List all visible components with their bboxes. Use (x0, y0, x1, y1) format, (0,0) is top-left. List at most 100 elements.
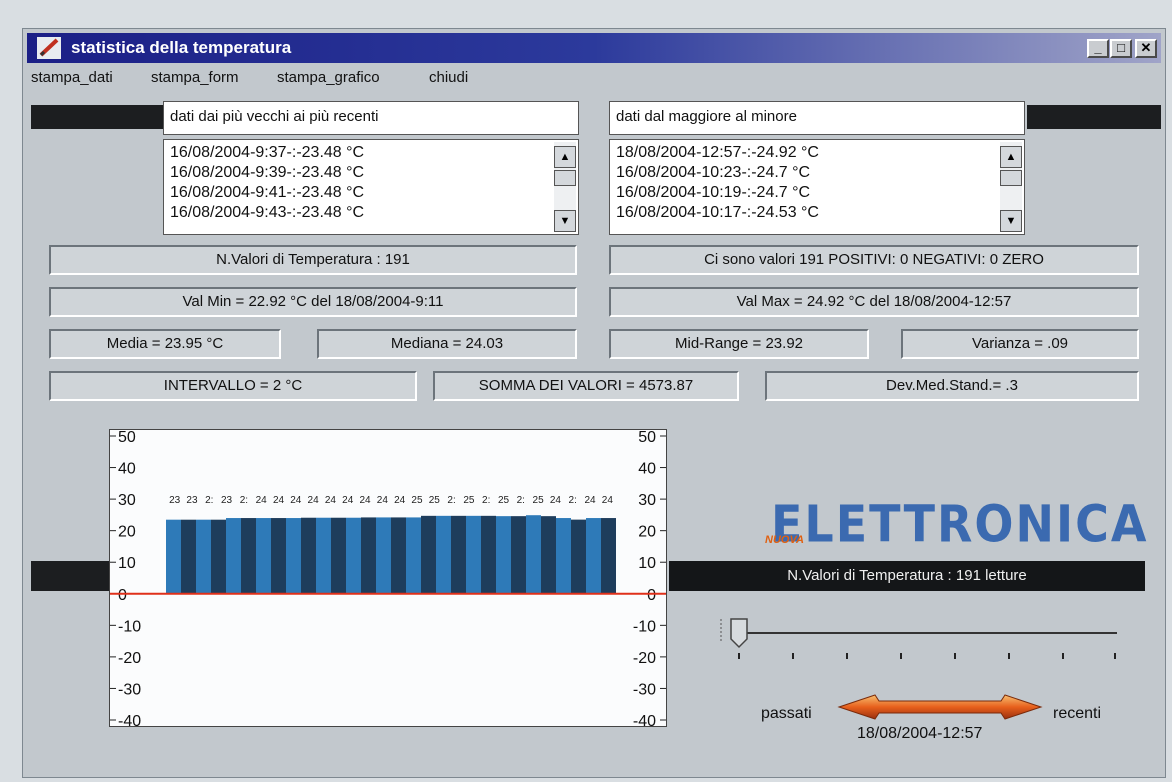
title-bar[interactable]: statistica della temperatura _ □ ✕ (27, 33, 1161, 63)
y-tick-label-right: 50 (638, 430, 656, 446)
data-label: 24 (308, 495, 320, 506)
scroll-thumb[interactable] (1000, 170, 1022, 186)
stat-val-min: Val Min = 22.92 °C del 18/08/2004-9:11 (49, 287, 577, 317)
y-tick-label-right: 40 (638, 461, 656, 478)
stat-mediana: Mediana = 24.03 (317, 329, 577, 359)
data-label: 24 (584, 495, 596, 506)
y-tick-label-left: 40 (118, 461, 136, 478)
menu-stampa-grafico[interactable]: stampa_grafico (277, 69, 380, 86)
scroll-up-icon[interactable]: ▲ (554, 146, 576, 168)
data-label: 24 (342, 495, 354, 506)
list-item[interactable]: 16/08/2004-9:37-:-23.48 °C (170, 144, 364, 162)
chart-bar (556, 518, 571, 594)
menu-chiudi[interactable]: chiudi (429, 69, 468, 86)
list-item[interactable]: 16/08/2004-10:23-:-24.7 °C (616, 164, 810, 182)
list-item[interactable]: 18/08/2004-12:57-:-24.92 °C (616, 144, 819, 162)
chart-bar (331, 517, 346, 594)
stat-sign-count: Ci sono valori 191 POSITIVI: 0 NEGATIVI:… (609, 245, 1139, 275)
chart-bar (301, 517, 316, 594)
chart-bar (481, 515, 496, 594)
list-item[interactable]: 16/08/2004-9:39-:-23.48 °C (170, 164, 364, 182)
chart-bar (571, 519, 586, 594)
chart-bar (361, 517, 376, 594)
scrollbar[interactable]: ▲ ▼ (1000, 142, 1022, 232)
data-label: 24 (325, 495, 337, 506)
y-tick-label-right: -30 (633, 681, 656, 698)
time-slider[interactable] (717, 613, 1137, 673)
chart-bar (466, 515, 481, 594)
data-label: 24 (377, 495, 389, 506)
y-tick-label-left: 20 (118, 524, 136, 541)
chart-bar (436, 515, 451, 594)
y-tick-label-right: 20 (638, 524, 656, 541)
slider-left-label: passati (761, 705, 812, 722)
list-item[interactable]: 16/08/2004-9:41-:-23.48 °C (170, 184, 364, 202)
menu-stampa-form[interactable]: stampa_form (151, 69, 239, 86)
data-label: 2: (482, 495, 490, 506)
tick-marks (738, 653, 1116, 659)
chart-svg: 50 50 40 40 30 30 20 20 10 10 0 0 -10 -10 -20 -20 -30 -30… (110, 429, 666, 730)
y-tick-label-left: -20 (118, 650, 141, 667)
chart-bar (511, 516, 526, 594)
list-item[interactable]: 16/08/2004-10:17-:-24.53 °C (616, 204, 819, 222)
chart-bar (226, 518, 241, 594)
divider-bar (31, 561, 113, 591)
y-tick-label-right: -40 (633, 713, 656, 726)
y-tick-label-left: 50 (118, 430, 136, 446)
scroll-down-icon[interactable]: ▼ (1000, 210, 1022, 232)
y-tick-label-right: -20 (633, 650, 656, 667)
divider-bar (31, 105, 163, 129)
y-tick-label-left: -10 (118, 618, 141, 635)
chart-bar (196, 519, 211, 594)
minimize-icon[interactable]: _ (1087, 39, 1109, 58)
y-tick-label-left: -30 (118, 681, 141, 698)
chart-bar (286, 518, 301, 594)
elettronica-logo: ELETTRONICA (771, 494, 1149, 554)
chart-bar (256, 518, 271, 594)
window-title: statistica della temperatura (71, 38, 292, 57)
slider-right-label: recenti (1053, 705, 1102, 722)
left-data-list[interactable]: 16/08/2004-9:37-:-23.48 °C 16/08/2004-9:… (163, 139, 579, 235)
chart-bar (166, 519, 181, 594)
chart-bar (316, 517, 331, 594)
stat-mid-range: Mid-Range = 23.92 (609, 329, 869, 359)
data-label: 25 (533, 495, 545, 506)
left-list-header: dati dai più vecchi ai più recenti (163, 101, 579, 135)
data-label: 25 (429, 495, 441, 506)
chart-bar (181, 519, 196, 594)
y-tick-label-left: 10 (118, 555, 136, 572)
close-icon[interactable]: ✕ (1135, 39, 1157, 58)
data-label: 25 (411, 495, 423, 506)
data-label: 24 (290, 495, 302, 506)
chart-bar (451, 515, 466, 594)
y-tick-label-left: 0 (118, 587, 127, 604)
chart-bar (541, 516, 556, 594)
scrollbar[interactable]: ▲ ▼ (554, 142, 576, 232)
scroll-down-icon[interactable]: ▼ (554, 210, 576, 232)
slider-thumb (730, 618, 748, 649)
chart-bar (526, 515, 541, 594)
data-label: 25 (498, 495, 510, 506)
data-label: 2: (517, 495, 525, 506)
stat-somma: SOMMA DEI VALORI = 4573.87 (433, 371, 739, 401)
chart-bar (376, 517, 391, 594)
maximize-icon[interactable]: □ (1110, 39, 1132, 58)
direction-arrow-icon[interactable] (835, 689, 1045, 725)
right-list-header: dati dal maggiore al minore (609, 101, 1025, 135)
chart-bar (391, 517, 406, 594)
pencil-app-icon (37, 37, 61, 59)
scroll-thumb[interactable] (554, 170, 576, 186)
data-label: 23 (221, 495, 233, 506)
chart-bar (586, 518, 601, 594)
stat-varianza: Varianza = .09 (901, 329, 1139, 359)
chart-bar (421, 515, 436, 594)
scroll-up-icon[interactable]: ▲ (1000, 146, 1022, 168)
right-data-list[interactable]: 18/08/2004-12:57-:-24.92 °C 16/08/2004-1… (609, 139, 1025, 235)
stat-intervallo: INTERVALLO = 2 °C (49, 371, 417, 401)
menu-stampa-dati[interactable]: stampa_dati (31, 69, 113, 86)
data-label: 2: (569, 495, 577, 506)
data-label: 2: (447, 495, 455, 506)
divider-bar (1027, 105, 1161, 129)
list-item[interactable]: 16/08/2004-9:43-:-23.48 °C (170, 204, 364, 222)
list-item[interactable]: 16/08/2004-10:19-:-24.7 °C (616, 184, 810, 202)
